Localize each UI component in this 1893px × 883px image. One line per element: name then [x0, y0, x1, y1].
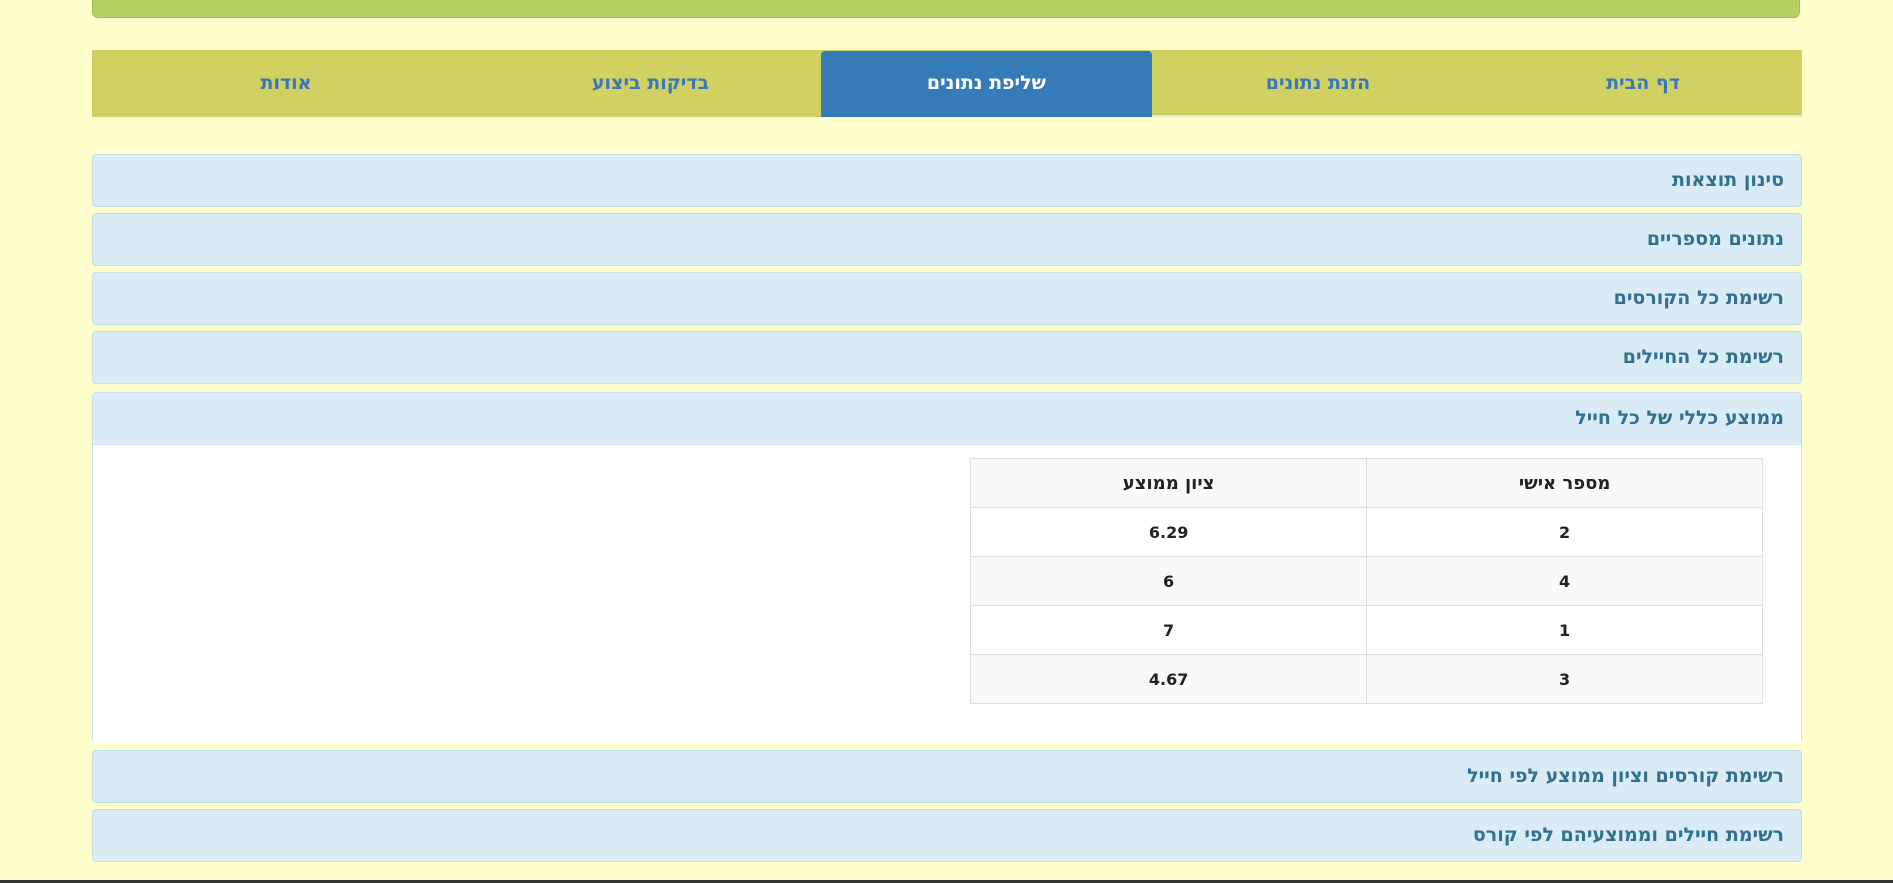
- table-header-row: מספר אישי ציון ממוצע: [969, 458, 1763, 508]
- cell-average-grade: 7: [969, 605, 1368, 655]
- table-row: 1 7: [969, 605, 1763, 655]
- panel-heading-numeric-data[interactable]: נתונים מספריים: [93, 214, 1801, 265]
- average-table: מספר אישי ציון ממוצע 2 6.29 4 6 1 7 3 4.…: [969, 458, 1763, 704]
- cell-personal-number: 1: [1366, 605, 1763, 655]
- table-row: 2 6.29: [969, 507, 1763, 557]
- column-header-average-grade: ציון ממוצע: [969, 458, 1368, 508]
- panel-body-soldier-average: מספר אישי ציון ממוצע 2 6.29 4 6 1 7 3 4.…: [93, 445, 1801, 743]
- main-nav-tabs: דף הבית הזנת נתונים שליפת נתונים בדיקות …: [92, 50, 1802, 117]
- panel-heading-all-soldiers[interactable]: רשימת כל החיילים: [93, 332, 1801, 383]
- panel-courses-by-soldier: רשימת קורסים וציון ממוצע לפי חייל: [92, 750, 1802, 803]
- cell-personal-number: 3: [1366, 654, 1763, 704]
- panel-all-courses: רשימת כל הקורסים: [92, 272, 1802, 325]
- panel-filter-results: סינון תוצאות: [92, 154, 1802, 207]
- panel-numeric-data: נתונים מספריים: [92, 213, 1802, 266]
- cell-personal-number: 2: [1366, 507, 1763, 557]
- tab-home[interactable]: דף הבית: [1484, 50, 1802, 117]
- panel-heading-soldier-average[interactable]: ממוצע כללי של כל חייל: [93, 393, 1801, 445]
- top-header-bar: [92, 0, 1800, 18]
- panel-heading-soldiers-by-course[interactable]: רשימת חיילים וממוצעיהם לפי קורס: [93, 810, 1801, 861]
- panel-heading-courses-by-soldier[interactable]: רשימת קורסים וציון ממוצע לפי חייל: [93, 751, 1801, 802]
- tab-data-retrieval[interactable]: שליפת נתונים: [821, 51, 1152, 117]
- panel-soldiers-by-course: רשימת חיילים וממוצעיהם לפי קורס: [92, 809, 1802, 862]
- panel-heading-all-courses[interactable]: רשימת כל הקורסים: [93, 273, 1801, 324]
- table-row: 4 6: [969, 556, 1763, 606]
- cell-personal-number: 4: [1366, 556, 1763, 606]
- cell-average-grade: 6.29: [969, 507, 1368, 557]
- panel-heading-filter-results[interactable]: סינון תוצאות: [93, 155, 1801, 206]
- cell-average-grade: 6: [969, 556, 1368, 606]
- panel-soldier-average: ממוצע כללי של כל חייל מספר אישי ציון ממו…: [92, 392, 1802, 743]
- column-header-personal-number: מספר אישי: [1366, 458, 1763, 508]
- tab-data-entry[interactable]: הזנת נתונים: [1152, 50, 1484, 117]
- cell-average-grade: 4.67: [969, 654, 1368, 704]
- tab-about[interactable]: אודות: [92, 50, 480, 117]
- tab-checks[interactable]: בדיקות ביצוע: [480, 50, 821, 117]
- panel-all-soldiers: רשימת כל החיילים: [92, 331, 1802, 384]
- table-row: 3 4.67: [969, 654, 1763, 704]
